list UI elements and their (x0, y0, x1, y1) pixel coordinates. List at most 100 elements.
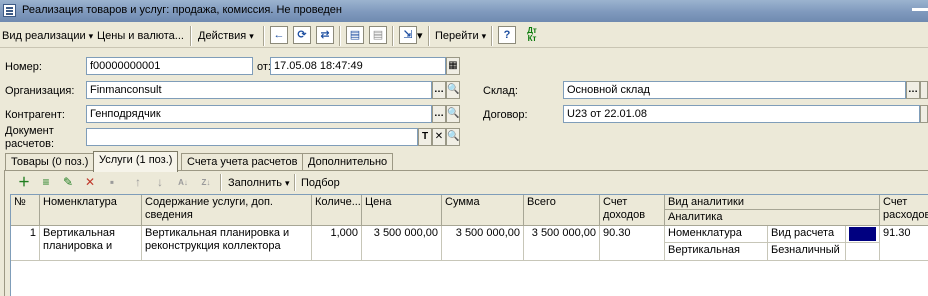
search-icon[interactable]: 🔍 (446, 128, 460, 146)
row-content[interactable]: Вертикальная планировка и реконструкция … (142, 226, 312, 261)
toolbar-separator (339, 26, 341, 46)
row-income-account[interactable]: 90.30 (600, 226, 665, 261)
select-button[interactable]: … (432, 81, 446, 99)
window-title: Реализация товаров и услуг: продажа, ком… (22, 4, 342, 16)
delete-row-icon[interactable]: ✕ (82, 175, 98, 190)
date-field[interactable]: 17.05.08 18:47:49 (270, 57, 446, 75)
warehouse-field[interactable]: Основной склад (563, 81, 906, 99)
row-nomenclature-line2: планировка и (43, 240, 113, 252)
contract-field[interactable]: U23 от 22.01.08 (563, 105, 920, 123)
tab-goods[interactable]: Товары (0 поз.) (5, 153, 95, 170)
select-button[interactable]: … (432, 105, 446, 123)
contractor-label: Контрагент: (5, 109, 65, 121)
row-analytic-2-name[interactable]: Вертикальная пл... (665, 243, 768, 261)
toolbar-separator (220, 174, 222, 191)
move-up-icon[interactable]: ↑ (130, 175, 146, 190)
search-icon[interactable]: 🔍 (446, 81, 460, 99)
col-number-header[interactable]: № (11, 195, 40, 226)
col-nomenclature-header[interactable]: Номенклатура (40, 195, 142, 226)
col-expense-account-header-line2: расходов (883, 209, 928, 221)
toolbar-separator (263, 26, 265, 46)
tab-settlement-accounts[interactable]: Счета учета расчетов (181, 153, 304, 170)
services-table[interactable]: № Номенклатура Содержание услуги, доп. с… (10, 194, 928, 296)
row-analytic-1-name[interactable]: Номенклатура (665, 226, 768, 243)
pick-button[interactable]: Подбор (301, 174, 340, 192)
contract-label: Договор: (483, 109, 528, 121)
row-analytic-2-empty[interactable] (846, 243, 880, 261)
row-price[interactable]: 3 500 000,00 (362, 226, 442, 261)
toolbar-separator (392, 26, 394, 46)
search-icon[interactable]: 🔍 (446, 105, 460, 123)
date-label: от: (257, 61, 271, 73)
col-expense-account-header-line1: Счет (883, 196, 908, 208)
edit-row-icon[interactable]: ✎ (60, 175, 76, 190)
toolbar-separator (491, 26, 493, 46)
row-analytic-1-marker[interactable] (846, 226, 880, 243)
number-label: Номер: (5, 61, 42, 73)
clear-icon[interactable]: ✕ (432, 128, 446, 146)
col-income-account-header-line1: Счет (603, 196, 628, 208)
organization-label: Организация: (5, 85, 75, 97)
fill-menu[interactable]: Заполнить (228, 174, 290, 192)
switch-icon[interactable]: ⇄ (316, 26, 334, 44)
contractor-field[interactable]: Генподрядчик (86, 105, 432, 123)
search-icon[interactable] (920, 81, 928, 99)
settlement-doc-label: Документ (5, 125, 54, 137)
col-expense-account-header[interactable]: Счет расходов (880, 195, 928, 226)
col-qty-header[interactable]: Количе... (312, 195, 362, 226)
unpost-document-icon[interactable]: ▤ (369, 26, 387, 44)
selected-cell-marker (849, 227, 876, 241)
copy-row-icon[interactable]: ≡ (38, 175, 54, 190)
col-price-header[interactable]: Цена (362, 195, 442, 226)
col-total-header[interactable]: Всего (524, 195, 600, 226)
select-button[interactable] (920, 105, 928, 123)
add-row-icon[interactable]: ＋ (16, 175, 32, 190)
sort-desc-icon[interactable]: Z↓ (198, 175, 214, 190)
col-income-account-header-line2: доходов (603, 209, 646, 221)
post-document-icon[interactable]: ▤ (346, 26, 364, 44)
end-edit-icon[interactable]: ▪ (104, 175, 120, 190)
row-total[interactable]: 3 500 000,00 (524, 226, 600, 261)
refresh-icon[interactable]: ⟳ (293, 26, 311, 44)
toolbar-separator (294, 174, 296, 191)
based-on-icon[interactable]: ⇲ (399, 26, 417, 44)
settlement-doc-field[interactable] (86, 128, 418, 146)
view-menu[interactable]: Вид реализации (2, 27, 93, 45)
number-field[interactable]: f00000000001 (86, 57, 253, 75)
actions-menu[interactable]: Действия (198, 27, 254, 45)
calendar-icon[interactable]: ▦ (446, 57, 460, 75)
dt-kt-icon[interactable]: Дт Кт (523, 26, 541, 44)
row-content-line1: Вертикальная планировка и (145, 227, 290, 239)
organization-field[interactable]: Finmanconsult (86, 81, 432, 99)
row-number[interactable]: 1 (11, 226, 40, 261)
col-content-header[interactable]: Содержание услуги, доп. сведения (142, 195, 312, 226)
move-down-icon[interactable]: ↓ (152, 175, 168, 190)
col-analytics-kind-header[interactable]: Вид аналитики (665, 195, 880, 210)
col-content-header-line1: Содержание услуги, доп. (145, 196, 273, 208)
row-nomenclature-line1: Вертикальная (43, 227, 115, 239)
type-button[interactable]: T (418, 128, 432, 146)
col-income-account-header[interactable]: Счет доходов (600, 195, 665, 226)
prices-button[interactable]: Цены и валюта... (97, 27, 184, 45)
based-on-dropdown[interactable]: ▾ (417, 27, 423, 45)
col-analytics-header[interactable]: Аналитика (665, 210, 880, 226)
row-analytic-2-kind[interactable]: Безналичный (768, 243, 846, 261)
row-nomenclature[interactable]: Вертикальная планировка и (40, 226, 142, 261)
warehouse-label: Склад: (483, 85, 518, 97)
row-sum[interactable]: 3 500 000,00 (442, 226, 524, 261)
row-content-line2: реконструкция коллектора (145, 240, 281, 252)
tab-services[interactable]: Услуги (1 поз.) (93, 151, 179, 172)
toolbar-separator (190, 26, 192, 46)
sort-asc-icon[interactable]: A↓ (175, 175, 191, 190)
goto-menu[interactable]: Перейти (435, 27, 486, 45)
tab-additional[interactable]: Дополнительно (302, 153, 394, 170)
row-qty[interactable]: 1,000 (312, 226, 362, 261)
minimize-button[interactable] (912, 8, 928, 11)
toolbar-separator (428, 26, 430, 46)
select-button[interactable]: … (906, 81, 920, 99)
back-arrow-icon[interactable]: ← (270, 26, 288, 44)
help-icon[interactable]: ? (498, 26, 516, 44)
row-expense-account[interactable]: 91.30 (880, 226, 928, 261)
row-analytic-1-kind[interactable]: Вид расчета (768, 226, 846, 243)
col-sum-header[interactable]: Сумма (442, 195, 524, 226)
